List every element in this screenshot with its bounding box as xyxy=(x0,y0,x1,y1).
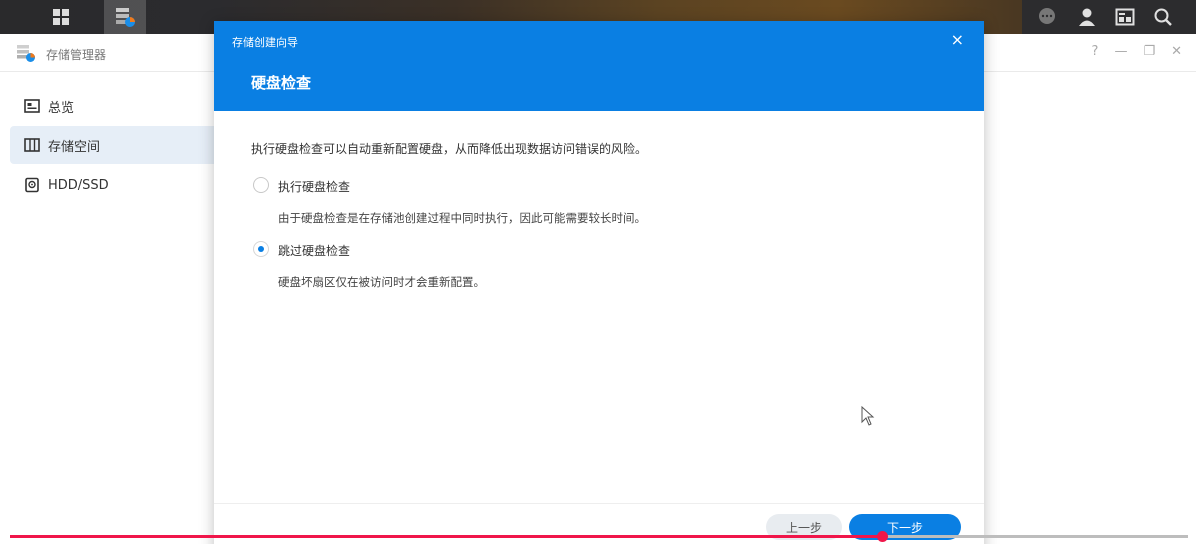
help-button[interactable]: ? xyxy=(1092,44,1099,59)
widgets-button[interactable] xyxy=(1104,0,1146,34)
search-button[interactable] xyxy=(1142,0,1184,34)
app-title: 存储管理器 xyxy=(46,48,107,62)
storage-manager-logo-icon xyxy=(17,45,35,62)
sidebar-item-hdd-ssd[interactable]: HDD/SSD xyxy=(10,166,214,204)
sidebar-item-label: HDD/SSD xyxy=(48,177,109,193)
option-desc-skip-disk-check: 硬盘坏扇区仅在被访问时才会重新配置。 xyxy=(278,275,485,289)
radio-skip-disk-check[interactable] xyxy=(253,241,269,257)
sidebar-item-label: 存储空间 xyxy=(48,139,101,155)
restore-button[interactable]: ❐ xyxy=(1143,44,1155,59)
chat-icon xyxy=(1039,8,1055,24)
option-desc-run-disk-check: 由于硬盘检查是在存储池创建过程中同时执行，因此可能需要较长时间。 xyxy=(278,211,646,225)
dialog-caption: 存储创建向导 xyxy=(232,36,298,49)
option-label-run-disk-check[interactable]: 执行硬盘检查 xyxy=(278,178,350,195)
minimize-button[interactable]: — xyxy=(1114,44,1127,59)
dialog-close-button[interactable]: × xyxy=(951,30,964,49)
dialog-header: 存储创建向导 × 硬盘检查 xyxy=(214,21,984,111)
sidebar-item-label: 总览 xyxy=(48,100,75,116)
storage-manager-app-icon xyxy=(116,8,135,27)
storage-icon xyxy=(24,138,40,152)
widgets-icon xyxy=(1115,8,1135,26)
radio-run-disk-check[interactable] xyxy=(253,177,269,193)
main-menu-button[interactable] xyxy=(40,0,82,34)
main-menu-icon xyxy=(53,9,69,25)
window-controls: ? — ❐ ✕ xyxy=(1092,44,1182,59)
storage-creation-wizard-dialog: 存储创建向导 × 硬盘检查 执行硬盘检查可以自动重新配置硬盘，从而降低出现数据访… xyxy=(214,21,984,544)
sidebar-item-storage[interactable]: 存储空间 xyxy=(10,126,214,164)
close-window-button[interactable]: ✕ xyxy=(1171,44,1182,59)
search-icon xyxy=(1154,8,1172,26)
overview-icon xyxy=(24,99,40,113)
video-progress-fill xyxy=(10,535,882,538)
taskbar-tray xyxy=(1022,0,1196,34)
sidebar: 总览 存储空间 HDD/SSD xyxy=(0,72,214,544)
storage-manager-taskbar-button[interactable] xyxy=(104,0,146,34)
option-label-skip-disk-check[interactable]: 跳过硬盘检查 xyxy=(278,242,350,259)
dialog-step-title: 硬盘检查 xyxy=(251,74,312,92)
user-icon xyxy=(1079,8,1095,26)
video-progress-handle[interactable] xyxy=(877,531,888,542)
disk-icon xyxy=(25,177,39,193)
mouse-cursor-icon xyxy=(861,406,875,426)
chat-button[interactable] xyxy=(1026,0,1068,34)
sidebar-item-overview[interactable]: 总览 xyxy=(10,87,214,125)
user-button[interactable] xyxy=(1066,0,1108,34)
step-description: 执行硬盘检查可以自动重新配置硬盘，从而降低出现数据访问错误的风险。 xyxy=(251,142,648,156)
